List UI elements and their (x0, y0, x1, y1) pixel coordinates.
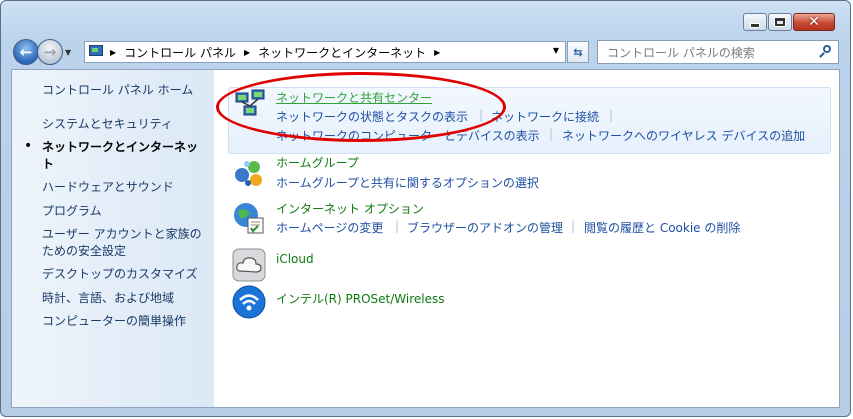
window-controls: ✕ (742, 13, 835, 31)
search-placeholder: コントロール パネルの検索 (607, 45, 755, 60)
link-separator: | (479, 108, 484, 122)
link-separator: | (395, 219, 400, 233)
refresh-button[interactable]: ⇆ (567, 41, 589, 63)
search-input[interactable]: コントロール パネルの検索 (597, 40, 839, 64)
change-homepage-link[interactable]: ホームページの変更 (276, 219, 383, 236)
icloud-icon (232, 248, 266, 282)
link-separator: | (571, 219, 576, 233)
homegroup-sharing-options-link[interactable]: ホームグループと共有に関するオプションの選択 (276, 174, 539, 191)
sidebar-item-network-internet: ネットワークとインターネッ (42, 140, 199, 154)
navigation-bar: ← → ▼ ▶ コントロール パネル ▶ ネットワークとインターネット ▶ ▼ … (1, 35, 850, 67)
view-network-status-link[interactable]: ネットワークの状態とタスクの表示 (276, 108, 468, 125)
recent-pages-dropdown[interactable]: ▼ (65, 48, 71, 57)
close-icon: ✕ (808, 14, 820, 30)
address-dropdown-icon[interactable]: ▼ (553, 46, 559, 55)
control-panel-window: ✕ ← → ▼ ▶ コントロール パネル ▶ ネットワークとインターネット ▶ … (0, 0, 851, 417)
content-area: コントロール パネル ホーム システムとセキュリティ • ネットワークとインター… (11, 69, 840, 408)
sidebar-item-home[interactable]: コントロール パネル ホーム (42, 82, 193, 99)
network-sharing-icon (235, 89, 265, 116)
homegroup-link[interactable]: ホームグループ (276, 154, 359, 171)
breadcrumb-separator[interactable]: ▶ (244, 48, 250, 57)
intel-proset-wireless-link[interactable]: インテル(R) PROSet/Wireless (276, 290, 445, 307)
breadcrumb-separator[interactable]: ▶ (434, 48, 440, 57)
arrow-right-icon: → (43, 43, 57, 61)
network-sharing-center-link[interactable]: ネットワークと共有センター (276, 89, 432, 106)
internet-options-link[interactable]: インターネット オプション (276, 200, 424, 217)
manage-addons-link[interactable]: ブラウザーのアドオンの管理 (407, 219, 563, 236)
close-button[interactable]: ✕ (793, 13, 835, 31)
link-separator: | (609, 108, 614, 122)
forward-button[interactable]: → (37, 39, 63, 65)
arrow-left-icon: ← (19, 43, 33, 61)
icloud-link[interactable]: iCloud (276, 252, 314, 266)
view-network-computers-link[interactable]: ネットワークのコンピューターとデバイスの表示 (276, 127, 540, 144)
sidebar-item-desktop[interactable]: デスクトップのカスタマイズ (42, 266, 198, 283)
breadcrumb-network-internet[interactable]: ネットワークとインターネット (258, 44, 426, 61)
sidebar-item-programs[interactable]: プログラム (42, 203, 102, 220)
maximize-button[interactable] (768, 13, 792, 31)
title-bar: ✕ (1, 1, 850, 35)
search-icon[interactable] (819, 45, 833, 59)
sidebar: コントロール パネル ホーム システムとセキュリティ • ネットワークとインター… (12, 70, 214, 407)
active-bullet: • (24, 138, 33, 154)
back-forward-group: ← → ▼ (13, 39, 71, 65)
breadcrumb-control-panel[interactable]: コントロール パネル (124, 44, 236, 61)
back-button[interactable]: ← (13, 39, 39, 65)
main-panel: ネットワークと共有センター ネットワークの状態とタスクの表示 | ネットワークに… (215, 70, 839, 407)
link-separator: | (549, 127, 554, 141)
minimize-button[interactable] (743, 13, 767, 31)
sidebar-item-system-security[interactable]: システムとセキュリティ (42, 116, 173, 133)
breadcrumb-separator[interactable]: ▶ (110, 48, 116, 57)
intel-wireless-icon (232, 285, 266, 319)
control-panel-icon (88, 45, 104, 59)
internet-options-icon (234, 203, 264, 234)
sidebar-item-ease-of-access[interactable]: コンピューターの簡単操作 (42, 313, 186, 330)
sidebar-item-user-accounts-wrap[interactable]: ための安全設定 (42, 243, 126, 260)
address-bar[interactable]: ▶ コントロール パネル ▶ ネットワークとインターネット ▶ ▼ (84, 41, 566, 63)
sidebar-item-user-accounts[interactable]: ユーザー アカウントと家族の (42, 226, 202, 243)
sidebar-item-hardware-sound[interactable]: ハードウェアとサウンド (42, 179, 174, 196)
sidebar-item-network-internet-wrap: ト (42, 157, 55, 171)
homegroup-icon (235, 161, 262, 186)
refresh-icon: ⇆ (573, 45, 583, 59)
minimize-icon (750, 22, 760, 28)
add-wireless-device-link[interactable]: ネットワークへのワイヤレス デバイスの追加 (562, 127, 805, 144)
sidebar-item-clock-region[interactable]: 時計、言語、および地域 (42, 290, 174, 307)
connect-to-network-link[interactable]: ネットワークに接続 (491, 108, 599, 125)
maximize-icon (774, 17, 786, 27)
delete-history-cookies-link[interactable]: 閲覧の履歴と Cookie の削除 (584, 219, 740, 236)
